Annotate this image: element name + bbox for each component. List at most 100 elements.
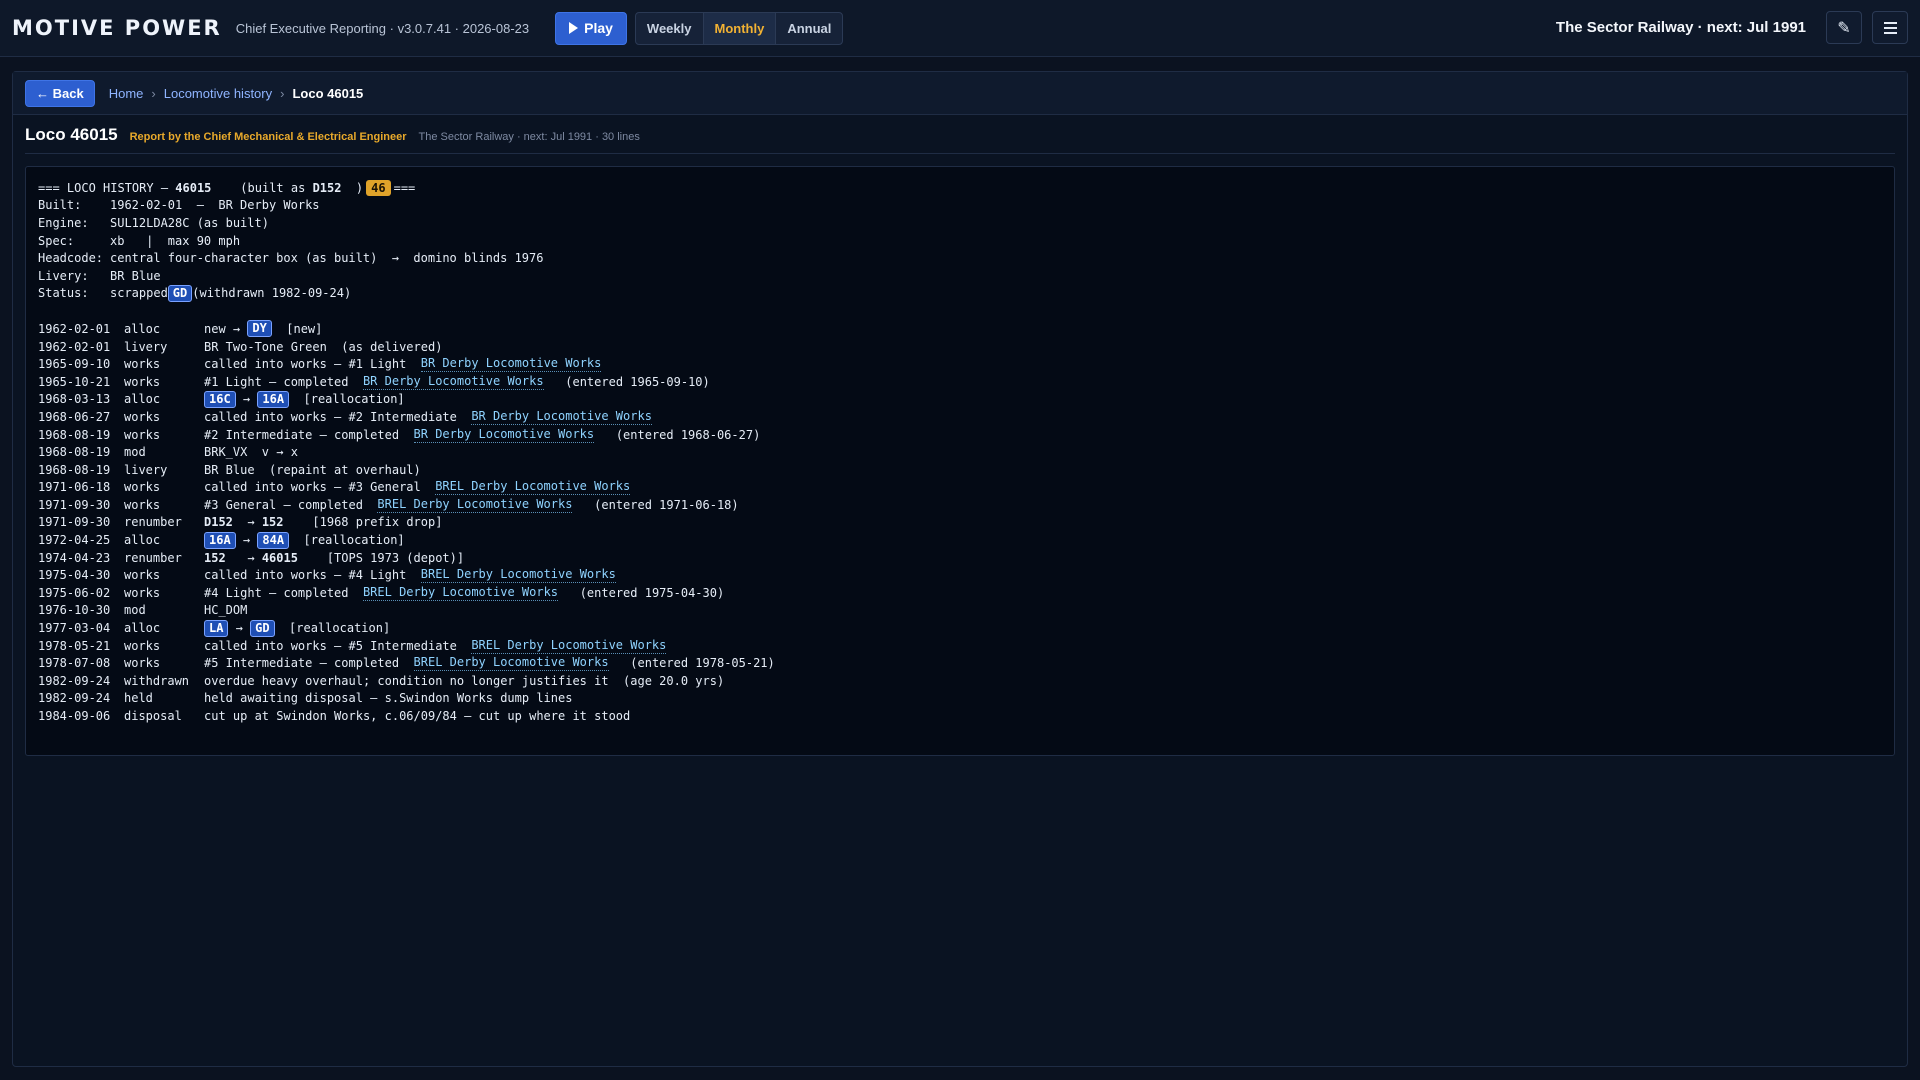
period-annual-button[interactable]: Annual — [776, 13, 842, 44]
event-text: [1968 prefix drop] — [283, 515, 443, 530]
event-type: renumber — [124, 515, 182, 530]
works-link[interactable]: BR Derby Locomotive Works — [420, 356, 602, 373]
event-date: 1965-09-10 — [38, 357, 111, 372]
play-button[interactable]: Play — [555, 11, 627, 45]
history-event-row: 1982-09-24 held held awaiting disposal — s… — [38, 690, 1882, 708]
pencil-icon: ✎ — [1837, 19, 1851, 37]
period-monthly-button[interactable]: Monthly — [703, 12, 777, 44]
event-text: → — [228, 621, 251, 636]
depot-badge[interactable]: 16C — [204, 390, 236, 408]
event-date: 1962-02-01 — [38, 321, 111, 336]
status-row: Status: scrapped GD (withdrawn 1982-09-24… — [38, 284, 1882, 303]
breadcrumb-section-link[interactable]: Locomotive history — [164, 86, 272, 101]
event-text: [reallocation] — [274, 621, 391, 636]
header-built-as-number: D152 — [312, 180, 342, 195]
event-text: called into works — #3 General — [204, 480, 436, 495]
depot-badge[interactable]: LA — [204, 619, 229, 637]
event-date: 1965-10-21 — [38, 374, 111, 389]
event-date: 1968-08-19 — [38, 427, 111, 442]
back-button[interactable]: ← Back — [25, 79, 95, 107]
history-event-row: 1968-03-13 alloc 16C → 16A [reallocation] — [38, 390, 1882, 409]
status-note: (withdrawn 1982-09-24) — [192, 286, 352, 301]
works-link[interactable]: BREL Derby Locomotive Works — [362, 585, 559, 601]
history-event-row: 1971-09-30 works #3 General — completed BR… — [38, 496, 1882, 514]
depot-badge[interactable]: 16A — [257, 390, 290, 408]
event-text: #4 Light — completed — [204, 585, 363, 600]
loco-history-log: === LOCO HISTORY — 46015 (built as D152 … — [25, 166, 1895, 756]
works-link[interactable]: BR Derby Locomotive Works — [471, 409, 652, 425]
header-built-as-label: (built as — [211, 180, 313, 195]
history-events: 1962-02-01 alloc new → DY [new] 1962-02-01… — [38, 320, 1882, 725]
event-date: 1977-03-04 — [38, 621, 111, 636]
status-value: scrapped — [110, 286, 168, 301]
report-meta: The Sector Railway · next: Jul 1991 · 30… — [418, 131, 640, 143]
event-date: 1962-02-01 — [38, 339, 111, 354]
depot-badge[interactable]: GD — [167, 284, 193, 302]
event-text: called into works — #5 Intermediate — [204, 638, 472, 653]
app-brand: MOTIVE POWER — [12, 16, 222, 40]
works-link[interactable]: BR Derby Locomotive Works — [362, 374, 544, 390]
works-link[interactable]: BREL Derby Locomotive Works — [435, 479, 631, 496]
event-type: works — [124, 656, 161, 671]
period-weekly-button[interactable]: Weekly — [636, 12, 704, 44]
breadcrumb-current: Loco 46015 — [292, 85, 364, 101]
event-type: mod — [124, 445, 146, 460]
event-date: 1971-06-18 — [38, 480, 111, 495]
depot-badge[interactable]: GD — [250, 619, 275, 637]
breadcrumb-separator: › — [151, 85, 156, 101]
event-date: 1978-05-21 — [38, 638, 111, 653]
works-link[interactable]: BREL Derby Locomotive Works — [413, 655, 609, 672]
event-type: works — [124, 409, 161, 424]
depot-badge[interactable]: 84A — [257, 531, 290, 549]
event-date: 1984-09-06 — [38, 709, 111, 724]
summary-row: Engine: SUL12LDA28C (as built) — [38, 214, 1882, 232]
summary-value: xb | max 90 mph — [110, 233, 241, 248]
edit-button[interactable]: ✎ — [1826, 11, 1862, 44]
history-event-row: 1971-09-30 renumber D152 → 152 [1968 prefi… — [38, 514, 1882, 532]
event-text: cut up at Swindon Works, c.06/09/84 — cu… — [204, 709, 631, 724]
depot-badge[interactable]: DY — [247, 320, 272, 338]
depot-badge[interactable]: 16A — [204, 531, 236, 549]
history-header: === LOCO HISTORY — 46015 (built as D152 … — [38, 179, 1882, 197]
event-date: 1976-10-30 — [38, 603, 111, 618]
event-date: 1972-04-25 — [38, 533, 111, 548]
summary-value: central four-character box (as built) → … — [110, 251, 544, 266]
works-link[interactable]: BREL Derby Locomotive Works — [377, 497, 573, 513]
history-event-row: 1971-06-18 works called into works — #3 Ge… — [38, 479, 1882, 497]
top-bar: MOTIVE POWER Chief Executive Reporting ·… — [0, 0, 1920, 57]
header-built-as-close: ) — [341, 180, 364, 195]
event-date: 1978-07-08 — [38, 656, 111, 671]
header-prefix: === LOCO HISTORY — — [38, 180, 176, 195]
event-date: 1974-04-23 — [38, 550, 111, 565]
event-text: overdue heavy overhaul; condition no lon… — [204, 673, 725, 688]
event-date: 1975-04-30 — [38, 568, 111, 583]
summary-value: SUL12LDA28C (as built) — [110, 215, 269, 230]
event-text: [new] — [271, 321, 323, 336]
works-link[interactable]: BREL Derby Locomotive Works — [420, 567, 616, 584]
event-text: BRK_VX v → x — [204, 445, 298, 460]
event-text: (entered 1971-06-18) — [572, 497, 739, 512]
history-event-row: 1984-09-06 disposal cut up at Swindon Work… — [38, 707, 1882, 725]
event-text: #1 Light — completed — [204, 374, 363, 389]
event-text: called into works — #4 Light — [204, 568, 421, 583]
event-date: 1982-09-24 — [38, 673, 111, 688]
breadcrumb-home-link[interactable]: Home — [109, 86, 144, 101]
event-type: disposal — [124, 709, 182, 724]
event-text: (entered 1968-06-27) — [594, 427, 761, 442]
history-event-row: 1976-10-30 mod HC_DOM — [38, 602, 1882, 620]
works-link[interactable]: BREL Derby Locomotive Works — [471, 638, 667, 654]
history-event-row: 1977-03-04 alloc LA → GD [reallocation] — [38, 619, 1882, 637]
event-text: held awaiting disposal — s.Swindon Works… — [204, 691, 573, 706]
history-event-row: 1965-09-10 works called into works — #1 Li… — [38, 355, 1882, 373]
event-date: 1971-09-30 — [38, 515, 111, 530]
history-event-row: 1962-02-01 alloc new → DY [new] — [38, 320, 1882, 338]
event-text: (entered 1978-05-21) — [608, 656, 775, 671]
menu-button[interactable] — [1872, 11, 1908, 44]
works-link[interactable]: BR Derby Locomotive Works — [413, 427, 595, 443]
period-selector: Weekly Monthly Annual — [634, 11, 844, 45]
summary-row: Headcode: central four-character box (as … — [38, 249, 1882, 267]
history-event-row: 1968-06-27 works called into works — #2 In… — [38, 408, 1882, 426]
event-date: 1971-09-30 — [38, 497, 111, 512]
summary-key: Livery: — [38, 268, 89, 283]
